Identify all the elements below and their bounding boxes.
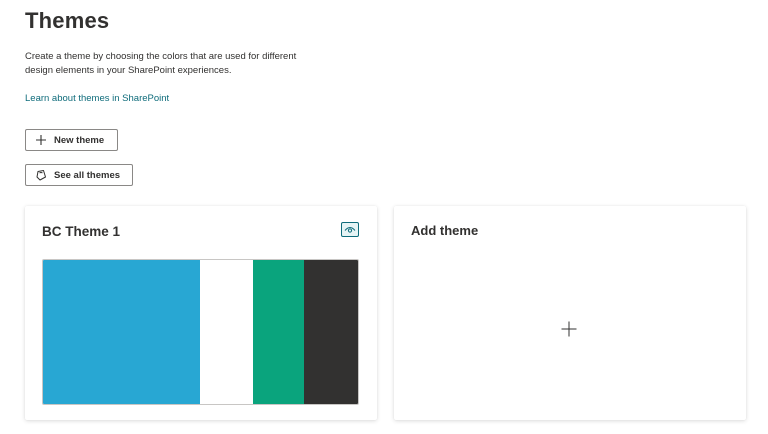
see-all-themes-button[interactable]: See all themes — [25, 164, 133, 186]
eye-icon — [344, 225, 356, 234]
learn-about-themes-link[interactable]: Learn about themes in SharePoint — [25, 93, 169, 104]
preview-theme-button[interactable] — [341, 222, 359, 237]
new-theme-button[interactable]: New theme — [25, 129, 118, 151]
see-all-themes-label: See all themes — [54, 169, 121, 181]
page-title: Themes — [25, 8, 110, 33]
add-theme-card[interactable]: Add theme — [394, 206, 746, 420]
theme-card[interactable]: BC Theme 1 — [25, 206, 377, 420]
swatch-primary — [43, 260, 200, 404]
new-theme-label: New theme — [54, 134, 105, 146]
page-description: Create a theme by choosing the colors th… — [25, 51, 297, 76]
swatch-accent — [252, 260, 305, 404]
swatch-text — [304, 260, 358, 404]
theme-card-title: BC Theme 1 — [42, 224, 121, 239]
add-theme-title: Add theme — [411, 223, 479, 238]
plus-icon — [561, 321, 577, 337]
theme-color-palette — [42, 259, 359, 405]
plus-icon — [35, 134, 47, 146]
paint-bucket-icon — [35, 169, 47, 181]
swatch-background — [200, 260, 253, 404]
